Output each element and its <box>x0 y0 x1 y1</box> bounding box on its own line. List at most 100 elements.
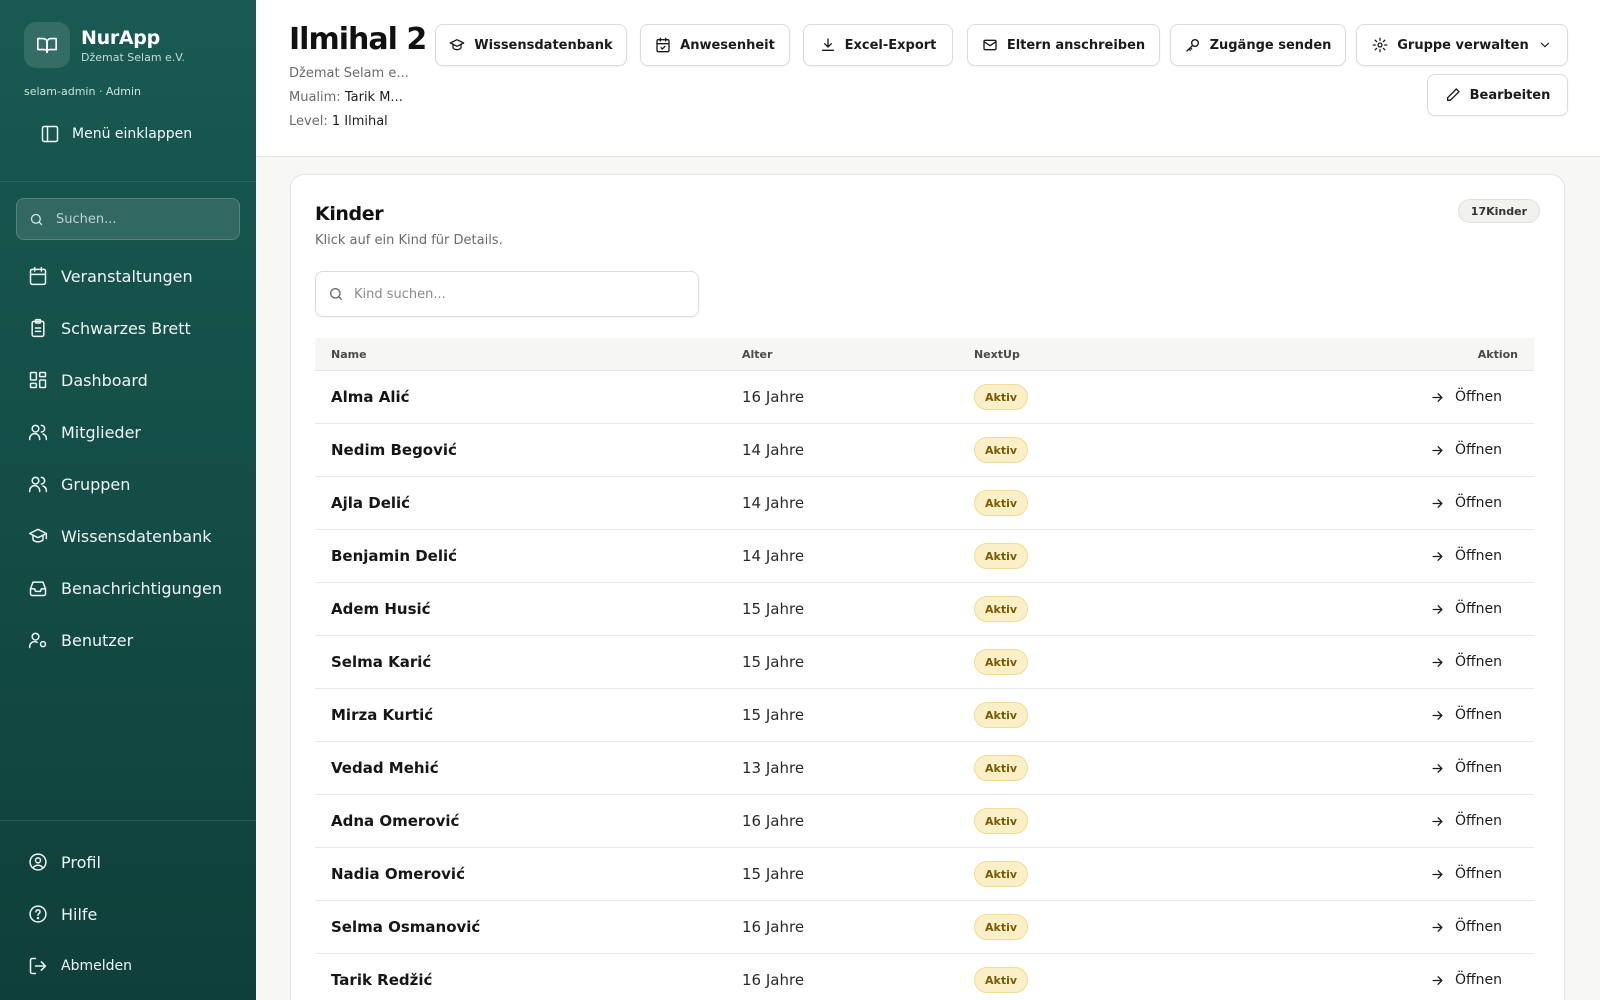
kids-card: Kinder Klick auf ein Kind für Details. 1… <box>290 174 1565 1000</box>
org-name: Džemat Selam e.V. <box>81 50 185 64</box>
sidebar-item-benutzer[interactable]: Benutzer <box>0 614 256 666</box>
open-kid-button[interactable]: Öffnen <box>1430 548 1502 564</box>
search-icon <box>328 286 344 302</box>
brand[interactable]: NurApp Džemat Selam e.V. <box>24 22 185 68</box>
sidebar-item-wissensdatenbank[interactable]: Wissensdatenbank <box>0 510 256 562</box>
sidebar-item-gruppen[interactable]: Gruppen <box>0 458 256 510</box>
sidebar-search-input[interactable] <box>56 211 226 227</box>
table-row[interactable]: Vedad Mehić 13 Jahre Aktiv Öffnen <box>315 742 1534 795</box>
logout-button[interactable]: Abmelden <box>0 940 256 992</box>
sidebar-bottom-nav: Profil Hilfe Abmelden <box>0 836 256 992</box>
user-cog-icon <box>28 630 48 650</box>
download-icon <box>820 37 836 53</box>
column-age[interactable]: Alter <box>742 348 974 361</box>
sidebar-item-benachrichtigungen[interactable]: Benachrichtigungen <box>0 562 256 614</box>
email-parents-button[interactable]: Eltern anschreiben <box>967 24 1160 66</box>
kid-action: Öffnen <box>1394 495 1534 511</box>
open-kid-button[interactable]: Öffnen <box>1430 813 1502 829</box>
column-name[interactable]: Name <box>315 348 742 361</box>
open-kid-button[interactable]: Öffnen <box>1430 866 1502 882</box>
kid-action: Öffnen <box>1394 707 1534 723</box>
status-badge: Aktiv <box>974 596 1029 622</box>
table-row[interactable]: Nedim Begović 14 Jahre Aktiv Öffnen <box>315 424 1534 477</box>
logout-icon <box>28 956 48 976</box>
page-title: Ilmihal 2 <box>289 22 427 57</box>
collapse-menu-button[interactable]: Menü einklappen <box>40 124 192 144</box>
edit-button[interactable]: Bearbeiten <box>1427 74 1568 116</box>
open-kid-label: Öffnen <box>1454 972 1502 988</box>
sidebar-item-schwarzes-brett[interactable]: Schwarzes Brett <box>0 302 256 354</box>
arrow-right-icon <box>1430 443 1445 458</box>
sidebar-item-mitglieder[interactable]: Mitglieder <box>0 406 256 458</box>
gear-icon <box>1372 37 1388 53</box>
users-icon <box>28 474 48 494</box>
kid-nextup: Aktiv <box>974 437 1394 463</box>
column-nextup[interactable]: NextUp <box>974 348 1394 361</box>
table-row[interactable]: Nadia Omerović 15 Jahre Aktiv Öffnen <box>315 848 1534 901</box>
open-kid-button[interactable]: Öffnen <box>1430 389 1502 405</box>
open-kid-button[interactable]: Öffnen <box>1430 495 1502 511</box>
status-badge: Aktiv <box>974 967 1029 993</box>
open-kid-button[interactable]: Öffnen <box>1430 919 1502 935</box>
table-row[interactable]: Mirza Kurtić 15 Jahre Aktiv Öffnen <box>315 689 1534 742</box>
manage-group-dropdown[interactable]: Gruppe verwalten <box>1356 24 1568 66</box>
current-user: selam-admin · Admin <box>24 85 141 98</box>
sidebar-item-dashboard[interactable]: Dashboard <box>0 354 256 406</box>
open-kid-button[interactable]: Öffnen <box>1430 707 1502 723</box>
attendance-label: Anwesenheit <box>680 37 775 53</box>
kid-action: Öffnen <box>1394 654 1534 670</box>
send-access-label: Zugänge senden <box>1209 37 1332 53</box>
inbox-icon <box>28 578 48 598</box>
status-badge: Aktiv <box>974 490 1029 516</box>
excel-export-button[interactable]: Excel-Export <box>803 24 953 66</box>
sidebar-item-label: Profil <box>61 852 101 872</box>
send-access-button[interactable]: Zugänge senden <box>1170 24 1346 66</box>
table-row[interactable]: Ajla Delić 14 Jahre Aktiv Öffnen <box>315 477 1534 530</box>
kid-age: 13 Jahre <box>742 759 805 777</box>
table-row[interactable]: Tarik Redžić 16 Jahre Aktiv Öffnen <box>315 954 1534 1000</box>
mualim-label: Mualim: <box>289 90 341 105</box>
arrow-right-icon <box>1430 602 1445 617</box>
kid-action: Öffnen <box>1394 919 1534 935</box>
kid-name: Nedim Begović <box>331 441 457 459</box>
kid-age: 16 Jahre <box>742 812 805 830</box>
knowledge-base-button[interactable]: Wissensdatenbank <box>435 24 627 66</box>
open-kid-button[interactable]: Öffnen <box>1430 972 1502 988</box>
group-mualim: Mualim: Tarik M... <box>289 90 403 105</box>
open-kid-label: Öffnen <box>1454 707 1502 723</box>
sidebar-item-veranstaltungen[interactable]: Veranstaltungen <box>0 250 256 302</box>
sidebar: NurApp Džemat Selam e.V. selam-admin · A… <box>0 0 256 1000</box>
kid-age: 14 Jahre <box>742 494 805 512</box>
table-header: Name Alter NextUp Aktion <box>315 338 1534 371</box>
open-kid-label: Öffnen <box>1454 813 1502 829</box>
open-kid-label: Öffnen <box>1454 601 1502 617</box>
graduation-cap-icon <box>28 526 48 546</box>
table-row[interactable]: Adem Husić 15 Jahre Aktiv Öffnen <box>315 583 1534 636</box>
open-kid-button[interactable]: Öffnen <box>1430 442 1502 458</box>
table-row[interactable]: Benjamin Delić 14 Jahre Aktiv Öffnen <box>315 530 1534 583</box>
table-row[interactable]: Adna Omerović 16 Jahre Aktiv Öffnen <box>315 795 1534 848</box>
kid-search-input[interactable] <box>354 286 684 302</box>
open-kid-button[interactable]: Öffnen <box>1430 601 1502 617</box>
sidebar-item-profil[interactable]: Profil <box>0 836 256 888</box>
table-row[interactable]: Alma Alić 16 Jahre Aktiv Öffnen <box>315 371 1534 424</box>
table-row[interactable]: Selma Osmanović 16 Jahre Aktiv Öffnen <box>315 901 1534 954</box>
kid-nextup: Aktiv <box>974 596 1394 622</box>
table-row[interactable]: Selma Karić 15 Jahre Aktiv Öffnen <box>315 636 1534 689</box>
kid-nextup: Aktiv <box>974 490 1394 516</box>
attendance-button[interactable]: Anwesenheit <box>640 24 790 66</box>
kid-name: Selma Osmanović <box>331 918 481 936</box>
email-parents-label: Eltern anschreiben <box>1006 37 1146 53</box>
open-kid-button[interactable]: Öffnen <box>1430 654 1502 670</box>
open-kid-button[interactable]: Öffnen <box>1430 760 1502 776</box>
kid-name: Alma Alić <box>331 388 410 406</box>
kid-search[interactable] <box>315 271 699 317</box>
arrow-right-icon <box>1430 496 1445 511</box>
status-badge: Aktiv <box>974 543 1029 569</box>
open-kid-label: Öffnen <box>1454 442 1502 458</box>
open-kid-label: Öffnen <box>1454 866 1502 882</box>
arrow-right-icon <box>1430 655 1445 670</box>
sidebar-search[interactable] <box>16 198 240 240</box>
kid-nextup: Aktiv <box>974 755 1394 781</box>
sidebar-item-hilfe[interactable]: Hilfe <box>0 888 256 940</box>
